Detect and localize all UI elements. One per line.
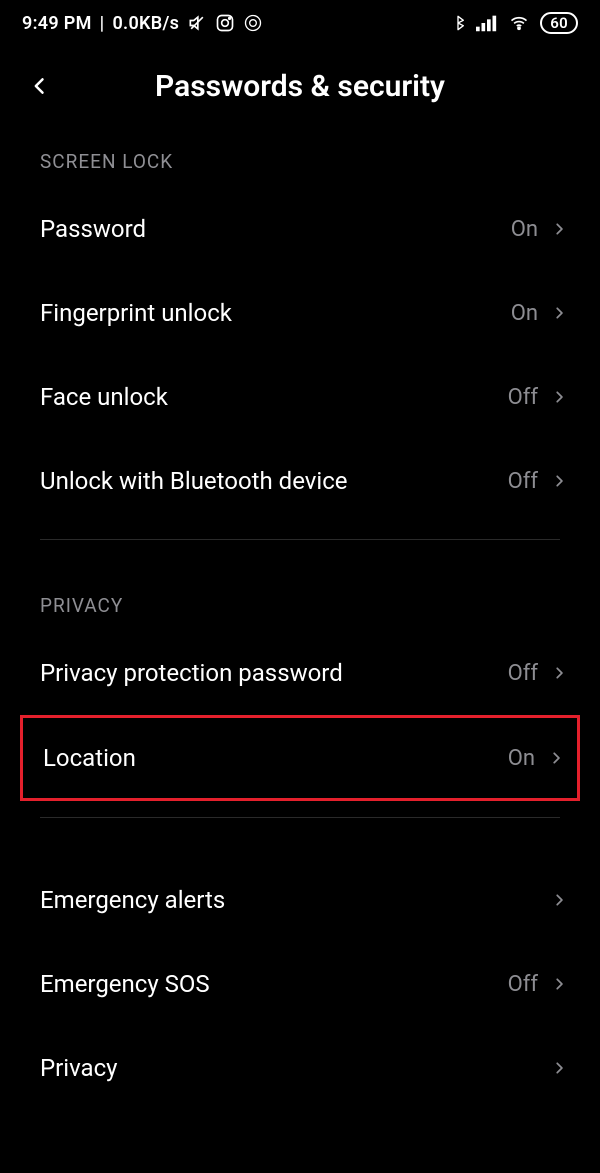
chevron-right-icon [549, 747, 563, 769]
mute-icon [187, 13, 207, 33]
page-title: Passwords & security [62, 69, 538, 104]
chevron-left-icon [30, 72, 50, 100]
section-header-privacy: PRIVACY [0, 580, 600, 631]
row-emergency-sos[interactable]: Emergency SOS Off [0, 942, 600, 1026]
row-label: Unlock with Bluetooth device [40, 467, 508, 495]
row-value: Off [508, 385, 538, 410]
row-label: Emergency alerts [40, 886, 538, 914]
status-right: 60 [450, 12, 578, 34]
header: Passwords & security [0, 42, 600, 136]
row-value: Off [508, 469, 538, 494]
row-label: Privacy [40, 1054, 538, 1082]
status-time: 9:49 PM [22, 13, 92, 34]
row-privacy-protection-password[interactable]: Privacy protection password Off [0, 631, 600, 715]
divider [40, 817, 560, 818]
row-emergency-alerts[interactable]: Emergency alerts [0, 858, 600, 942]
chevron-right-icon [552, 1057, 566, 1079]
chevron-right-icon [552, 662, 566, 684]
row-location[interactable]: Location On [20, 715, 580, 801]
row-label: Location [43, 744, 508, 772]
row-label: Emergency SOS [40, 970, 508, 998]
row-value: On [511, 301, 538, 326]
battery-indicator: 60 [540, 12, 578, 34]
chevron-right-icon [552, 973, 566, 995]
row-password[interactable]: Password On [0, 187, 600, 271]
row-face-unlock[interactable]: Face unlock Off [0, 355, 600, 439]
app-badge-icon [243, 13, 263, 33]
row-label: Privacy protection password [40, 659, 508, 687]
row-label: Fingerprint unlock [40, 299, 511, 327]
chevron-right-icon [552, 386, 566, 408]
back-button[interactable] [18, 64, 62, 108]
row-value: Off [508, 661, 538, 686]
instagram-icon [215, 13, 235, 33]
signal-icon [476, 14, 498, 32]
row-fingerprint-unlock[interactable]: Fingerprint unlock On [0, 271, 600, 355]
row-label: Password [40, 215, 511, 243]
status-net-speed: 0.0KB/s [112, 13, 179, 34]
row-value: On [511, 217, 538, 242]
chevron-right-icon [552, 218, 566, 240]
row-value: On [508, 746, 535, 771]
divider [40, 539, 560, 540]
row-bluetooth-unlock[interactable]: Unlock with Bluetooth device Off [0, 439, 600, 523]
bluetooth-icon [450, 13, 466, 33]
wifi-icon [508, 14, 530, 32]
row-value: Off [508, 972, 538, 997]
section-header-screen-lock: SCREEN LOCK [0, 136, 600, 187]
chevron-right-icon [552, 470, 566, 492]
status-left: 9:49 PM | 0.0KB/s [22, 13, 263, 34]
row-privacy[interactable]: Privacy [0, 1026, 600, 1110]
chevron-right-icon [552, 889, 566, 911]
status-bar: 9:49 PM | 0.0KB/s 60 [0, 0, 600, 42]
row-label: Face unlock [40, 383, 508, 411]
status-divider: | [100, 13, 105, 34]
chevron-right-icon [552, 302, 566, 324]
